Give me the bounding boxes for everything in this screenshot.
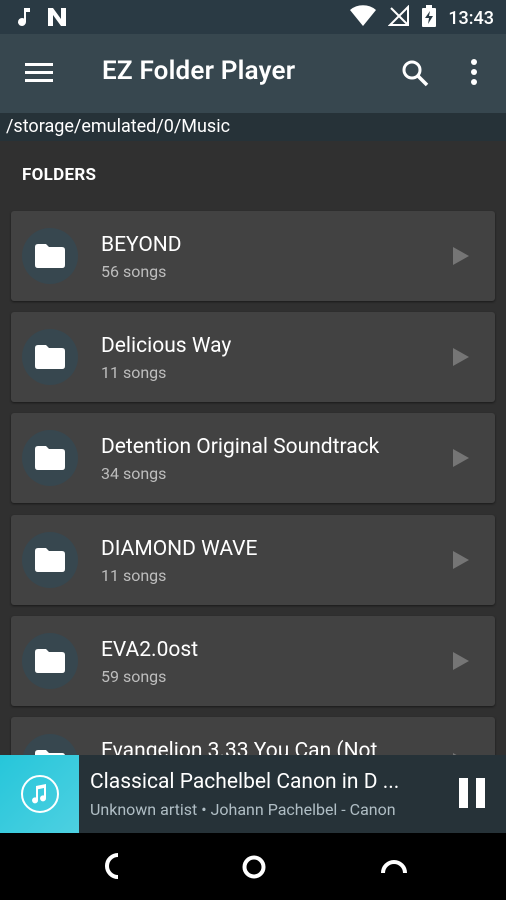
play-arrow-icon[interactable] xyxy=(453,551,469,573)
home-icon[interactable] xyxy=(241,854,267,884)
folder-name: BEYOND xyxy=(101,233,182,257)
section-title: FOLDERS xyxy=(22,165,97,185)
no-signal-icon xyxy=(387,4,410,31)
folder-song-count: 34 songs xyxy=(101,464,167,483)
folder-card[interactable]: DIAMOND WAVE 11 songs xyxy=(11,515,495,605)
system-nav-bar xyxy=(0,833,506,900)
folder-song-count: 11 songs xyxy=(101,363,167,382)
recents-icon[interactable] xyxy=(381,859,407,879)
wifi-icon xyxy=(350,5,377,31)
folder-card[interactable]: BEYOND 56 songs xyxy=(11,211,495,301)
current-path: /storage/emulated/0/Music xyxy=(0,113,506,141)
folder-icon xyxy=(35,649,65,673)
folder-list: BEYOND 56 songs Delicious Way 11 songs D… xyxy=(0,210,506,755)
status-bar: 13:43 xyxy=(0,0,506,34)
album-art xyxy=(0,755,79,833)
folder-song-count: 11 songs xyxy=(101,566,167,585)
folder-name: Evangelion 3.33 You Can (Not xyxy=(101,739,378,755)
folder-song-count: 59 songs xyxy=(101,667,167,686)
play-arrow-icon[interactable] xyxy=(453,652,469,674)
folder-name: Detention Original Soundtrack xyxy=(101,435,380,459)
play-arrow-icon[interactable] xyxy=(453,247,469,269)
folder-avatar xyxy=(22,633,78,689)
now-playing-bar[interactable]: Classical Pachelbel Canon in D ... Unkno… xyxy=(0,755,506,833)
folder-name: DIAMOND WAVE xyxy=(101,537,258,561)
folder-card[interactable]: Delicious Way 11 songs xyxy=(11,312,495,402)
folder-card[interactable]: Detention Original Soundtrack 34 songs xyxy=(11,413,495,503)
folder-song-count: 56 songs xyxy=(101,262,167,281)
folder-card[interactable]: Evangelion 3.33 You Can (Not xyxy=(11,717,495,755)
menu-icon[interactable] xyxy=(25,61,55,89)
folder-avatar xyxy=(22,532,78,588)
folder-avatar xyxy=(22,430,78,486)
folder-icon xyxy=(35,345,65,369)
folder-icon xyxy=(35,548,65,572)
app-title: EZ Folder Player xyxy=(102,56,296,86)
play-arrow-icon[interactable] xyxy=(453,348,469,370)
folder-name: Delicious Way xyxy=(101,334,232,358)
play-arrow-icon[interactable] xyxy=(453,449,469,471)
app-bar: EZ Folder Player xyxy=(0,34,506,113)
n-icon xyxy=(46,6,68,32)
music-note-icon xyxy=(16,6,32,32)
now-playing-subtitle: Unknown artist • Johann Pachelbel - Cano… xyxy=(90,800,396,819)
pause-icon[interactable] xyxy=(458,777,486,813)
folder-card[interactable]: EVA2.0ost 59 songs xyxy=(11,616,495,706)
search-icon[interactable] xyxy=(401,59,429,91)
folder-icon xyxy=(35,244,65,268)
folder-avatar xyxy=(22,228,78,284)
folder-avatar xyxy=(22,329,78,385)
back-icon[interactable] xyxy=(104,853,122,883)
music-note-circle-icon xyxy=(20,775,59,813)
clock: 13:43 xyxy=(448,7,494,29)
folder-avatar xyxy=(22,734,78,755)
folder-name: EVA2.0ost xyxy=(101,638,199,662)
folder-icon xyxy=(35,446,65,470)
more-vert-icon[interactable] xyxy=(466,58,482,90)
now-playing-title: Classical Pachelbel Canon in D ... xyxy=(90,770,400,794)
battery-charging-icon xyxy=(422,5,437,31)
